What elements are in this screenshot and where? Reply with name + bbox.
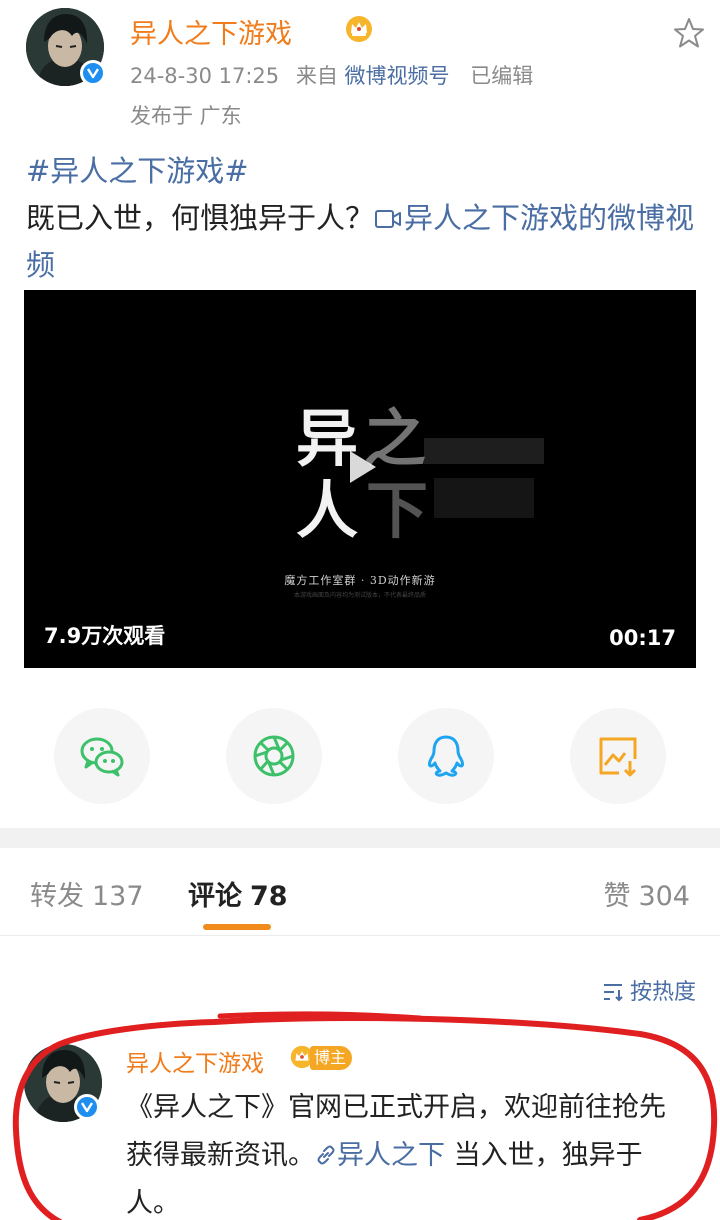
- view-count: 7.9万次观看: [44, 624, 166, 648]
- edited-label[interactable]: 已编辑: [470, 64, 533, 88]
- link-icon: [317, 1145, 335, 1165]
- source-prefix: 来自: [295, 64, 338, 88]
- video-duration: 00:17: [609, 626, 676, 650]
- post-text: 既已入世，何惧独异于人？: [26, 201, 375, 235]
- source-link[interactable]: 微博视频号: [345, 64, 450, 88]
- share-moments-button[interactable]: [226, 708, 322, 804]
- save-image-button[interactable]: [570, 708, 666, 804]
- section-divider: [0, 828, 720, 848]
- tab-like-count: 304: [638, 881, 690, 912]
- sort-label: 按热度: [629, 980, 696, 1005]
- save-image-icon: [599, 737, 637, 777]
- play-icon[interactable]: [336, 443, 384, 491]
- author-host-badge: 博主: [310, 1046, 353, 1070]
- video-fine-print: 本游戏画面及内容均为测试版本，不代表最终品质: [293, 592, 426, 599]
- qq-icon: [428, 735, 464, 777]
- comment-link[interactable]: 异人之下: [315, 1140, 445, 1171]
- active-tab-indicator: [203, 924, 271, 930]
- post-date: 24-8-30 17:25: [130, 64, 280, 88]
- post-header: 异人之下游戏 24-8-30 17:25 来自 微博视频号 已编辑 发布于 广东: [26, 8, 706, 128]
- interaction-tabs: 转发 137 评论 78 赞 304: [0, 848, 720, 936]
- video-title-art: 异 人 之 下: [296, 402, 544, 547]
- share-wechat-button[interactable]: [54, 708, 150, 804]
- comment-text: 《异人之下》官网已正式开启，欢迎前往抢先获得最新资讯。 异人之下 当入世，独异于人…: [126, 1084, 686, 1220]
- comment-item: 异人之下游戏 博主 《异人之下》官网已正式开启，欢迎前往抢先获得最新资讯。 异人之…: [24, 1040, 704, 1220]
- comment-verified-badge-icon: [74, 1094, 100, 1120]
- tab-repost-count: 137: [92, 881, 144, 912]
- tab-comment-count: 78: [250, 881, 288, 912]
- tab-comment[interactable]: 评论 78: [188, 874, 288, 913]
- video-studio-text: 魔方工作室群 · 3D动作新游: [284, 574, 436, 587]
- video-camera-icon: [375, 210, 402, 228]
- verified-badge-icon: [80, 60, 106, 86]
- tab-like[interactable]: 赞 304: [603, 874, 690, 913]
- tab-repost[interactable]: 转发 137: [30, 874, 144, 913]
- tab-like-label: 赞: [603, 881, 631, 912]
- share-qq-button[interactable]: [398, 708, 494, 804]
- post-hashtag[interactable]: #异人之下游戏#: [26, 154, 249, 188]
- comment-author-name[interactable]: 异人之下游戏: [126, 1044, 264, 1078]
- post-meta: 24-8-30 17:25 来自 微博视频号 已编辑: [130, 60, 533, 90]
- post-body: #异人之下游戏# 既已入世，何惧独异于人？ 异人之下游戏的微博视频: [26, 148, 698, 289]
- favorite-star-icon[interactable]: [672, 16, 706, 50]
- sort-icon: [603, 984, 623, 1002]
- tab-comment-label: 评论: [188, 881, 242, 912]
- author-name[interactable]: 异人之下游戏: [130, 12, 292, 51]
- vip-crown-icon: [346, 16, 372, 42]
- wechat-icon: [80, 737, 124, 777]
- tab-repost-label: 转发: [30, 881, 84, 912]
- share-row: [0, 708, 720, 804]
- sort-by-heat-button[interactable]: 按热度: [602, 974, 696, 1006]
- post-location: 发布于 广东: [130, 104, 242, 128]
- comment-link-label: 异人之下: [337, 1140, 445, 1171]
- video-player[interactable]: 异 人 之 下 魔方工作室群 · 3D动作新游 本游戏画面及内容均为测试版本，不…: [24, 290, 696, 668]
- moments-icon: [253, 735, 295, 777]
